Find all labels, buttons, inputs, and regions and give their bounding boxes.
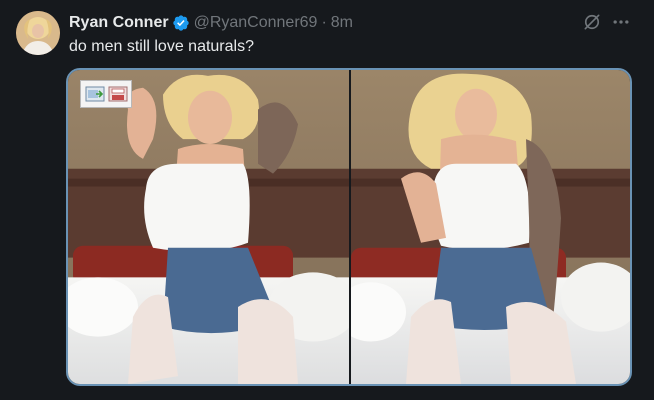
display-name[interactable]: Ryan Conner xyxy=(69,14,169,32)
tweet-header: Ryan Conner @RyanConner69 · 8m xyxy=(69,12,353,34)
media-grid[interactable] xyxy=(66,68,632,386)
image-edit-toolbar xyxy=(80,80,132,108)
tweet-card[interactable]: Ryan Conner @RyanConner69 · 8m do men st… xyxy=(0,0,654,400)
verified-badge-icon[interactable] xyxy=(172,14,190,32)
header-separator: · xyxy=(321,14,327,31)
photo-1[interactable] xyxy=(68,70,349,384)
avatar-image xyxy=(16,11,60,55)
image-send-icon[interactable] xyxy=(85,85,105,103)
photo-2[interactable] xyxy=(351,70,630,384)
tweet-timestamp[interactable]: 8m xyxy=(331,14,353,32)
image-save-icon[interactable] xyxy=(108,85,128,103)
more-icon[interactable] xyxy=(611,12,631,32)
avatar[interactable] xyxy=(16,11,60,55)
tweet-text: do men still love naturals? xyxy=(69,38,254,55)
author-handle[interactable]: @RyanConner69 xyxy=(194,14,318,32)
grok-icon[interactable] xyxy=(582,12,602,32)
